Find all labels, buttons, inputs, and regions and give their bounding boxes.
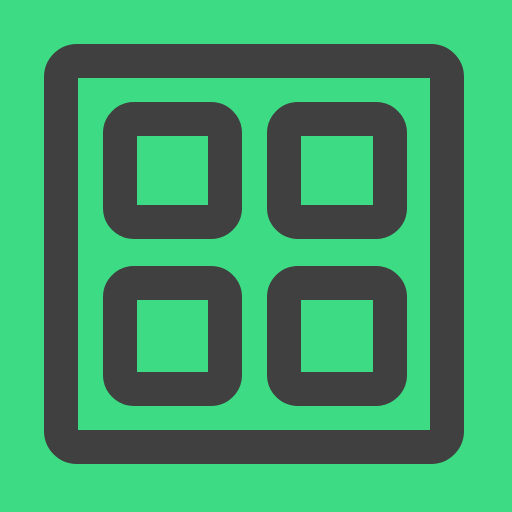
grid-layout-icon-svg [0,0,512,512]
grid-layout-icon [0,0,512,512]
